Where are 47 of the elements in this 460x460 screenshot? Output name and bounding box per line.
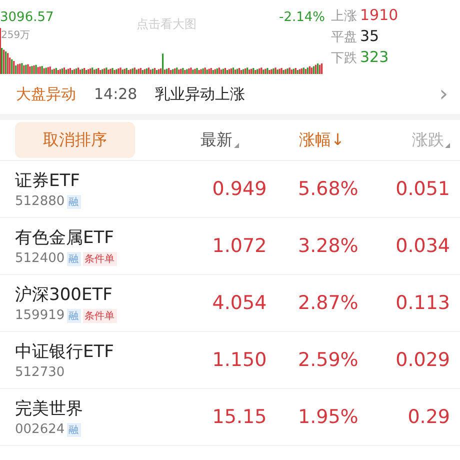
margin-tag: 融: [66, 194, 81, 208]
security-name[interactable]: 有色金属ETF: [15, 226, 175, 249]
breadth-count: 1910: [360, 6, 398, 24]
security-code: 512400: [15, 251, 65, 266]
alert-time: 14:28: [94, 85, 138, 103]
latest-price: 4.054: [211, 292, 267, 314]
column-header[interactable]: 最新: [200, 130, 233, 150]
breadth-label: 平盘: [331, 29, 357, 46]
margin-tag: 融: [66, 252, 81, 266]
change-percent: 5.68%: [296, 178, 358, 200]
security-name[interactable]: 中证银行ETF: [15, 340, 175, 363]
breadth-count: 35: [360, 27, 380, 45]
latest-price: 1.072: [211, 235, 267, 257]
column-header[interactable]: 涨幅↓: [298, 130, 344, 150]
security-code: 002624: [15, 422, 65, 437]
index-price: 3096.57: [0, 10, 54, 24]
change-amount: 0.034: [394, 235, 450, 257]
alert-text: 乳业异动上涨: [155, 84, 246, 104]
margin-tag: 融: [66, 308, 81, 322]
security-code: 512730: [15, 365, 65, 380]
breadth-count: 323: [360, 48, 389, 66]
latest-price: 15.15: [211, 406, 267, 428]
latest-price: 1.150: [211, 349, 267, 371]
security-name[interactable]: 完美世界: [15, 397, 175, 420]
conditional-order-tag: 条件单: [82, 252, 117, 266]
breadth-label: 上涨: [331, 8, 357, 25]
market-alert-bar[interactable]: 大盘异动 14:28 乳业异动上涨 ›: [0, 74, 460, 114]
alert-tag: 大盘异动: [16, 84, 76, 104]
conditional-order-tag: 条件单: [82, 308, 117, 322]
index-change: -2.14%: [279, 10, 325, 24]
change-percent: 2.87%: [296, 292, 358, 314]
security-name[interactable]: 沪深300ETF: [15, 283, 175, 306]
security-code: 512880: [15, 194, 65, 209]
security-name[interactable]: 证券ETF: [15, 169, 175, 192]
security-code: 159919: [15, 308, 65, 323]
change-percent: 2.59%: [296, 349, 358, 371]
breadth-label: 下跌: [331, 50, 357, 67]
latest-price: 0.949: [211, 178, 267, 200]
margin-tag: 融: [66, 422, 81, 436]
change-percent: 3.28%: [296, 235, 358, 257]
change-amount: 0.029: [394, 349, 450, 371]
change-amount: 0.29: [406, 406, 450, 428]
change-amount: 0.113: [394, 292, 450, 314]
volume-label: 259万: [1, 29, 30, 42]
change-percent: 1.95%: [296, 406, 358, 428]
change-amount: 0.051: [394, 178, 450, 200]
chevron-icon: ›: [439, 82, 448, 106]
